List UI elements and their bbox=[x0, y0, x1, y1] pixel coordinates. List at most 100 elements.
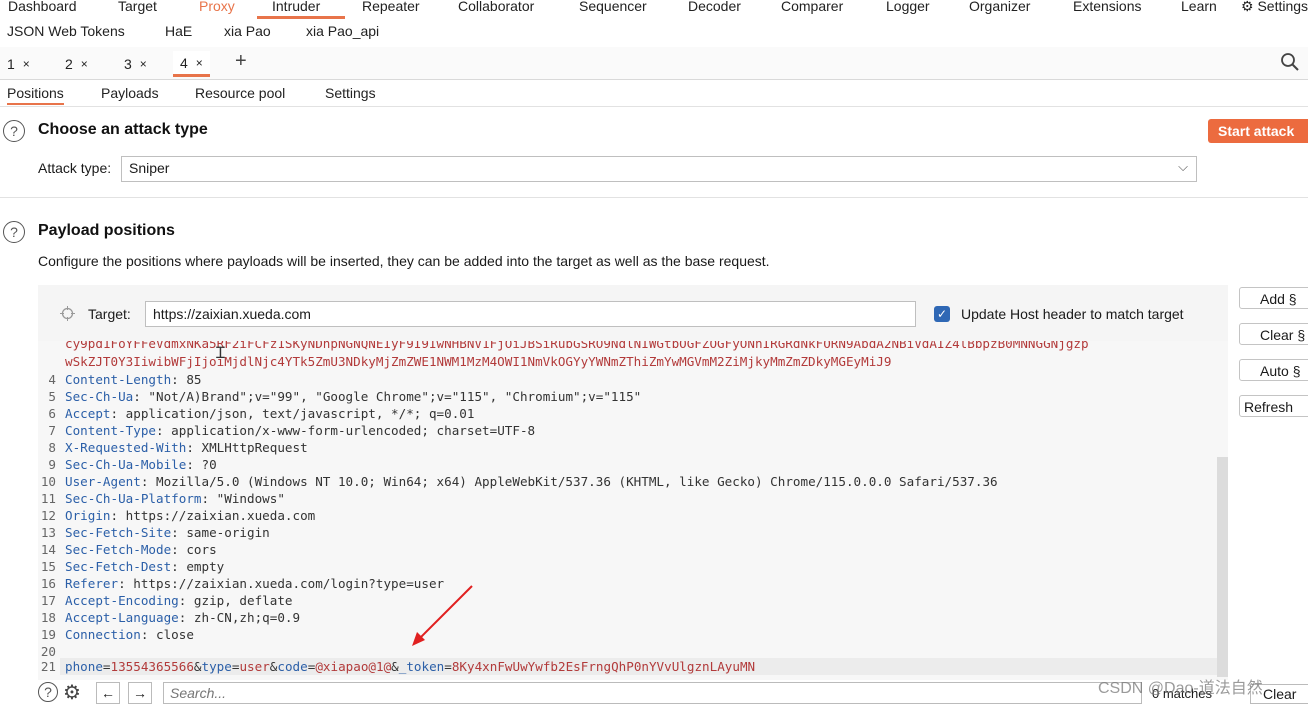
add-tab-icon[interactable]: + bbox=[235, 50, 247, 73]
close-icon[interactable]: × bbox=[81, 57, 88, 71]
attack-type-value: Sniper bbox=[129, 160, 170, 176]
close-icon[interactable]: × bbox=[23, 57, 30, 71]
body-segment: & bbox=[193, 659, 202, 674]
header-separator: : bbox=[110, 406, 119, 421]
chevron-down-icon: ⌵ bbox=[1178, 159, 1188, 174]
nav-organizer[interactable]: Organizer bbox=[969, 0, 1030, 14]
nav-extensions[interactable]: Extensions bbox=[1073, 0, 1141, 14]
header-value: XMLHttpRequest bbox=[193, 440, 308, 455]
help-icon[interactable]: ? bbox=[3, 221, 25, 243]
header-line: User-Agent: Mozilla/5.0 (Windows NT 10.0… bbox=[65, 474, 998, 489]
divider bbox=[0, 197, 1308, 198]
nav-json-web-tokens[interactable]: JSON Web Tokens bbox=[7, 23, 125, 39]
text-cursor-icon: Ɪ bbox=[216, 345, 225, 362]
nav-target[interactable]: Target bbox=[118, 0, 157, 14]
line-number: 9 bbox=[48, 457, 56, 472]
auto-markers-button[interactable]: Auto § bbox=[1239, 359, 1308, 381]
header-name: Sec-Ch-Ua bbox=[65, 389, 134, 404]
tab-payloads[interactable]: Payloads bbox=[101, 85, 159, 101]
update-host-checkbox[interactable]: ✓ bbox=[934, 306, 950, 322]
nav-collaborator[interactable]: Collaborator bbox=[458, 0, 534, 14]
tab-settings[interactable]: Settings bbox=[325, 85, 376, 101]
help-icon[interactable]: ? bbox=[38, 682, 58, 702]
search-icon[interactable] bbox=[1280, 52, 1300, 77]
header-value: application/json, text/javascript, */*; … bbox=[118, 406, 475, 421]
header-name: Content-Type bbox=[65, 423, 156, 438]
line-number: 18 bbox=[40, 610, 56, 625]
body-segment: = bbox=[102, 659, 111, 674]
nav-learn[interactable]: Learn bbox=[1181, 0, 1217, 14]
line-number: 20 bbox=[40, 644, 56, 659]
scrollbar[interactable] bbox=[1217, 457, 1228, 677]
body-segment: type bbox=[201, 659, 232, 674]
header-value: ?0 bbox=[193, 457, 217, 472]
line-number: 4 bbox=[48, 372, 56, 387]
nav-repeater[interactable]: Repeater bbox=[362, 0, 420, 14]
gear-icon[interactable]: ⚙ bbox=[63, 680, 81, 705]
attack-tab-2[interactable]: 2 × bbox=[58, 51, 95, 77]
target-input[interactable]: https://zaixian.xueda.com bbox=[145, 301, 916, 327]
header-separator: : bbox=[171, 372, 179, 387]
token-overflow: cy9pd1FoYFFeVdmxNKa5RF2iFCFz1SKyNDhpNGNQ… bbox=[38, 341, 1218, 377]
forward-arrow-icon[interactable]: → bbox=[128, 682, 152, 704]
header-name: User-Agent bbox=[65, 474, 141, 489]
header-line: X-Requested-With: XMLHttpRequest bbox=[65, 440, 308, 455]
gear-icon: ⚙ bbox=[1241, 0, 1254, 14]
nav-dashboard[interactable]: Dashboard bbox=[8, 0, 77, 14]
header-line: Sec-Fetch-Site: same-origin bbox=[65, 525, 270, 540]
tab-positions[interactable]: Positions bbox=[7, 85, 64, 105]
header-name: Connection bbox=[65, 627, 141, 642]
tab-resource-pool[interactable]: Resource pool bbox=[195, 85, 285, 101]
help-icon[interactable]: ? bbox=[3, 120, 25, 142]
header-line: Referer: https://zaixian.xueda.com/login… bbox=[65, 576, 444, 591]
attack-type-label: Attack type: bbox=[38, 160, 112, 176]
header-value: https://zaixian.xueda.com/login?type=use… bbox=[125, 576, 445, 591]
nav-proxy[interactable]: Proxy bbox=[199, 0, 235, 14]
back-arrow-icon[interactable]: ← bbox=[96, 682, 120, 704]
nav-xia-pao-api[interactable]: xia Pao_api bbox=[306, 23, 379, 39]
header-name: Accept-Language bbox=[65, 610, 179, 625]
nav-settings[interactable]: ⚙ Settings bbox=[1241, 0, 1308, 15]
add-marker-button[interactable]: Add § bbox=[1239, 287, 1308, 309]
attack-tab-1[interactable]: 1 × bbox=[0, 51, 37, 77]
target-label: Target: bbox=[88, 306, 131, 322]
header-value: https://zaixian.xueda.com bbox=[118, 508, 316, 523]
nav-comparer[interactable]: Comparer bbox=[781, 0, 843, 14]
line-number: 13 bbox=[40, 525, 56, 540]
body-segment: & bbox=[391, 659, 399, 674]
header-name: Referer bbox=[65, 576, 119, 591]
attack-tab-3[interactable]: 3 × bbox=[117, 51, 154, 77]
header-separator: : bbox=[186, 440, 194, 455]
close-icon[interactable]: × bbox=[140, 57, 147, 71]
line-number: 15 bbox=[40, 559, 56, 574]
token-line: wSkZJT0Y3IiwibWFjIjoiMjdlNjc4YTk5ZmU3NDk… bbox=[65, 354, 892, 369]
arrow-annotation bbox=[412, 585, 473, 646]
attack-type-select[interactable]: Sniper ⌵ bbox=[121, 156, 1197, 182]
line-number: 5 bbox=[48, 389, 56, 404]
nav-decoder[interactable]: Decoder bbox=[688, 0, 741, 14]
nav-hae[interactable]: HaE bbox=[165, 23, 192, 39]
extension-nav: JSON Web Tokens HaE xia Pao xia Pao_api bbox=[0, 19, 1308, 45]
header-name: Sec-Fetch-Site bbox=[65, 525, 172, 540]
header-separator: : bbox=[110, 508, 119, 523]
clear-markers-button[interactable]: Clear § bbox=[1239, 323, 1308, 345]
line-number: 19 bbox=[40, 627, 56, 642]
line-number: 12 bbox=[40, 508, 56, 523]
payload-positions-description: Configure the positions where payloads w… bbox=[38, 253, 770, 269]
line-number: 6 bbox=[48, 406, 56, 421]
nav-sequencer[interactable]: Sequencer bbox=[579, 0, 647, 14]
close-icon[interactable]: × bbox=[196, 56, 203, 70]
nav-intruder[interactable]: Intruder bbox=[272, 0, 320, 14]
attack-tab-4[interactable]: 4 × bbox=[173, 51, 210, 77]
refresh-button[interactable]: Refresh bbox=[1239, 395, 1308, 417]
watermark: CSDN @Dao-道法自然 bbox=[1098, 680, 1263, 697]
nav-xia-pao[interactable]: xia Pao bbox=[224, 23, 271, 39]
header-name: Origin bbox=[65, 508, 111, 523]
search-input[interactable] bbox=[163, 682, 1142, 704]
start-attack-button[interactable]: Start attack bbox=[1208, 119, 1308, 143]
attack-tabs: 1 × 2 × 3 × 4 × + bbox=[0, 47, 1308, 80]
body-segment: user bbox=[239, 659, 270, 674]
tab-label: 2 bbox=[65, 56, 73, 72]
nav-logger[interactable]: Logger bbox=[886, 0, 930, 14]
header-line: Sec-Ch-Ua-Mobile: ?0 bbox=[65, 457, 217, 472]
